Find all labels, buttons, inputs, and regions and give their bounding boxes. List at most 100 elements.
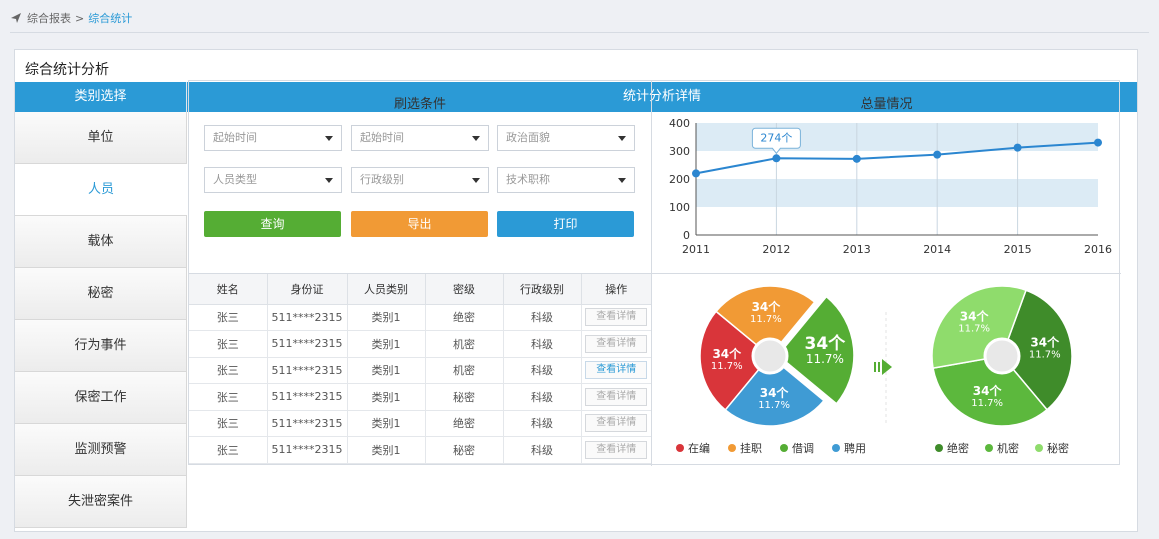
slice-percent-label: 11.7% (750, 314, 782, 325)
cell-id: 511****2315 (267, 436, 348, 464)
col-category-header: 人员类别 (347, 274, 426, 305)
breadcrumb-divider (10, 32, 1149, 33)
view-details-button[interactable]: 查看详情 (585, 361, 648, 380)
cell-admin-level: 科级 (503, 357, 582, 384)
select-value: 起始时间 (360, 131, 404, 144)
cell-classification: 绝密 (425, 304, 504, 331)
sidebar-item-monitoring-warning[interactable]: 监测预警 (15, 424, 187, 476)
view-details-button[interactable]: 查看详情 (585, 334, 648, 353)
print-button[interactable]: 打印 (497, 211, 634, 237)
start-time-select-2[interactable]: 起始时间 (351, 125, 489, 151)
legend-dot (728, 444, 736, 452)
arrow-right-icon (874, 359, 892, 375)
query-button[interactable]: 查询 (204, 211, 341, 237)
technical-title-select[interactable]: 技术职称 (497, 167, 635, 193)
sidebar-item-carrier[interactable]: 载体 (15, 216, 187, 268)
data-point[interactable] (933, 150, 942, 159)
slice-value-label: 34个 (752, 299, 782, 314)
caret-down-icon (325, 178, 333, 183)
cell-category: 类别1 (347, 357, 426, 384)
admin-level-select[interactable]: 行政级别 (351, 167, 489, 193)
export-button[interactable]: 导出 (351, 211, 488, 237)
select-value: 政治面貌 (506, 131, 550, 144)
data-point[interactable] (1094, 138, 1102, 147)
line-chart-title: 总量情况 (860, 97, 913, 112)
slice-percent-label: 11.7% (806, 352, 844, 366)
slice-value-label: 34个 (960, 309, 990, 324)
select-value: 起始时间 (213, 131, 257, 144)
pie-center-hole (983, 337, 1021, 375)
slice-percent-label: 11.7% (958, 324, 990, 335)
sidebar-item-personnel[interactable]: 人员 (15, 164, 187, 216)
breadcrumb: 综合报表 > 综合统计 (10, 9, 132, 27)
view-details-button[interactable]: 查看详情 (585, 387, 648, 406)
filter-title: 刷选条件 (393, 97, 446, 112)
legend-dot (935, 444, 943, 452)
cell-category: 类别1 (347, 436, 426, 464)
x-tick-label: 2016 (1084, 243, 1112, 256)
cell-action: 查看详情 (581, 410, 651, 437)
legend-label: 挂职 (740, 441, 762, 455)
table-row: 张三 511****2315 类别1 绝密 科级 查看详情 (189, 304, 651, 331)
cell-admin-level: 科级 (503, 436, 582, 464)
legend-dot (780, 444, 788, 452)
caret-down-icon (618, 136, 626, 141)
y-tick-label: 0 (683, 229, 690, 242)
caret-down-icon (618, 178, 626, 183)
slice-value-label: 34个 (712, 346, 742, 361)
sidebar-item-unit[interactable]: 单位 (15, 112, 187, 164)
col-id-header: 身份证 (267, 274, 348, 305)
view-details-button[interactable]: 查看详情 (585, 440, 648, 459)
data-point[interactable] (1013, 143, 1022, 152)
x-tick-label: 2014 (923, 243, 951, 256)
grid-band (696, 179, 1098, 207)
pie-center-hole (751, 337, 789, 375)
sidebar-item-leak-cases[interactable]: 失泄密案件 (15, 476, 187, 528)
y-tick-label: 100 (669, 201, 690, 214)
view-details-button[interactable]: 查看详情 (585, 308, 648, 327)
cell-classification: 秘密 (425, 383, 504, 411)
legend-label: 借调 (792, 442, 814, 455)
cell-id: 511****2315 (267, 383, 348, 411)
data-point[interactable] (852, 154, 861, 163)
cell-admin-level: 科级 (503, 330, 582, 358)
personnel-type-select[interactable]: 人员类型 (204, 167, 342, 193)
y-tick-label: 400 (669, 117, 690, 130)
cell-action: 查看详情 (581, 383, 651, 411)
total-line-chart: 0 100 200 300 400 2011 2012 2013 2014 2015 2016 274… (669, 117, 1112, 256)
table-header-row: 姓名 身份证 人员类别 密级 行政级别 操作 (189, 274, 651, 305)
personnel-table: 姓名 身份证 人员类别 密级 行政级别 操作 张三 511****2315 类别1 绝… (189, 274, 651, 464)
table-row: 张三 511****2315 类别1 秘密 科级 查看详情 (189, 436, 651, 464)
select-value: 技术职称 (506, 173, 550, 186)
start-time-select[interactable]: 起始时间 (204, 125, 342, 151)
slice-value-label: 34个 (1030, 335, 1060, 350)
slice-value-label: 34个 (973, 383, 1003, 398)
breadcrumb-parent[interactable]: 综合报表 (27, 10, 71, 26)
slice-value-label: 34个 (760, 385, 790, 400)
sidebar-item-secret[interactable]: 秘密 (15, 268, 187, 320)
y-tick-label: 200 (669, 173, 690, 186)
cell-category: 类别1 (347, 304, 426, 331)
view-details-button[interactable]: 查看详情 (585, 414, 648, 433)
cell-id: 511****2315 (267, 330, 348, 358)
cell-classification: 秘密 (425, 436, 504, 464)
data-point[interactable] (692, 169, 700, 178)
breadcrumb-separator: > (75, 11, 85, 25)
slice-value-label: 34个 (805, 333, 847, 354)
table-row: 张三 511****2315 类别1 绝密 科级 查看详情 (189, 410, 651, 437)
political-status-select[interactable]: 政治面貌 (497, 125, 635, 151)
sidebar-item-security-work[interactable]: 保密工作 (15, 372, 187, 424)
caret-down-icon (472, 136, 480, 141)
cell-category: 类别1 (347, 383, 426, 411)
slice-percent-label: 11.7% (758, 400, 790, 411)
select-value: 人员类型 (213, 173, 257, 186)
x-tick-label: 2015 (1004, 243, 1032, 256)
x-tick-label: 2011 (682, 243, 710, 256)
legend-dot (832, 444, 840, 452)
cell-name: 张三 (189, 357, 268, 384)
caret-down-icon (325, 136, 333, 141)
legend-label: 秘密 (1047, 441, 1069, 455)
legend-label: 聘用 (844, 441, 866, 455)
sidebar-item-behavior-events[interactable]: 行为事件 (15, 320, 187, 372)
data-point[interactable] (772, 154, 781, 163)
